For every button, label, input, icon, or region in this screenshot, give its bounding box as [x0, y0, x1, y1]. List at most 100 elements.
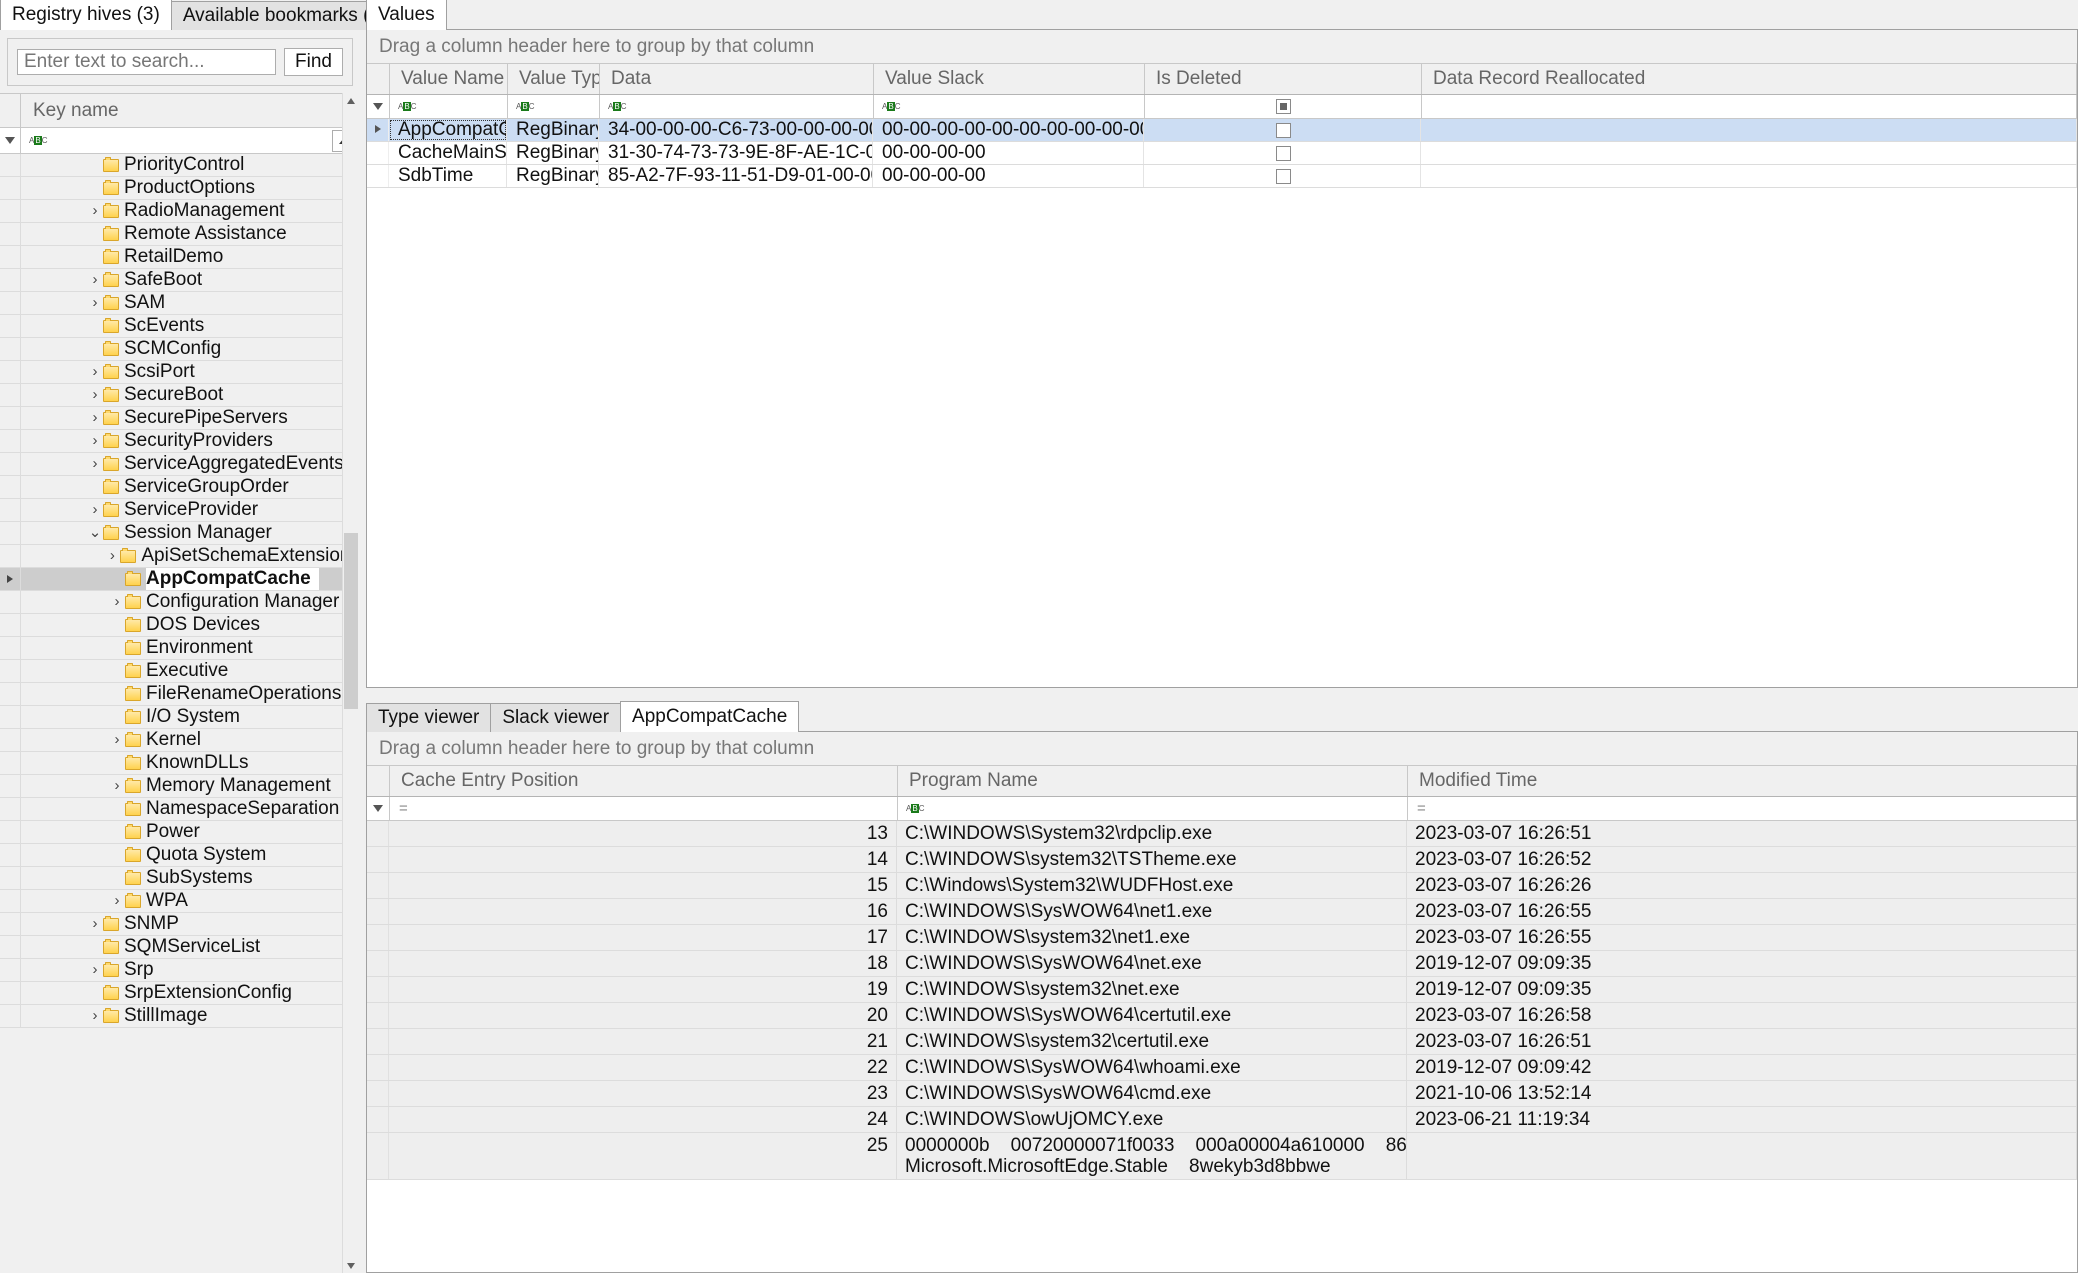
detail-filter-cell[interactable]: =	[390, 797, 898, 820]
expander-icon[interactable]: ›	[87, 913, 103, 935]
expander-icon[interactable]: ⌄	[87, 522, 103, 544]
detail-filter-funnel-cell[interactable]	[367, 797, 390, 820]
values-row[interactable]: CacheMainSdbRegBinary31-30-74-73-73-9E-8…	[367, 142, 2077, 165]
values-column-header[interactable]: Value Name	[390, 64, 508, 94]
expander-icon[interactable]: ›	[87, 1005, 103, 1027]
tree-item[interactable]: Executive	[0, 660, 360, 683]
expander-icon[interactable]: ›	[87, 384, 103, 406]
values-filter-cell[interactable]: ABC	[874, 95, 1145, 118]
tree-item[interactable]: ⌄ Session Manager	[0, 522, 360, 545]
checkbox-indeterminate[interactable]	[1275, 99, 1291, 114]
detail-row[interactable]: 13 C:\WINDOWS\System32\rdpclip.exe 2023-03…	[367, 821, 2077, 847]
expander-icon[interactable]: ›	[87, 499, 103, 521]
values-column-header[interactable]: Is Deleted	[1145, 64, 1422, 94]
detail-row[interactable]: 16 C:\WINDOWS\SysWOW64\net1.exe 2023-03-07…	[367, 899, 2077, 925]
detail-row[interactable]: 23 C:\WINDOWS\SysWOW64\cmd.exe 2021-10-06 …	[367, 1081, 2077, 1107]
scrollbar-down-arrow[interactable]	[344, 1258, 358, 1273]
tree-item[interactable]: Environment	[0, 637, 360, 660]
tree-item[interactable]: I/O System	[0, 706, 360, 729]
tree-item[interactable]: Quota System	[0, 844, 360, 867]
detail-row[interactable]: 22 C:\WINDOWS\SysWOW64\whoami.exe 2019-12-…	[367, 1055, 2077, 1081]
detail-column-header[interactable]: Program Name	[898, 766, 1408, 796]
detail-filter-cell[interactable]: ABC	[898, 797, 1408, 820]
tab-registry-hives[interactable]: Registry hives (3)	[0, 0, 172, 30]
expander-icon[interactable]: ›	[87, 200, 103, 222]
tree-item[interactable]: › StillImage	[0, 1005, 360, 1028]
horizontal-splitter[interactable]	[366, 688, 2078, 702]
tree-item[interactable]: ScEvents	[0, 315, 360, 338]
tree-item[interactable]: › SecureBoot	[0, 384, 360, 407]
values-filter-cell[interactable]: ABC	[508, 95, 600, 118]
tree-item[interactable]: › Srp	[0, 959, 360, 982]
tree-item[interactable]: SCMConfig	[0, 338, 360, 361]
tree-item[interactable]: Power	[0, 821, 360, 844]
values-filter-cell[interactable]	[1422, 95, 2077, 118]
tree-item[interactable]: PriorityControl	[0, 154, 360, 177]
expander-icon[interactable]: ›	[104, 545, 120, 567]
tree-item[interactable]: SrpExtensionConfig	[0, 982, 360, 1005]
detail-row[interactable]: 17 C:\WINDOWS\system32\net1.exe 2023-03-07…	[367, 925, 2077, 951]
values-column-header[interactable]: Data	[600, 64, 874, 94]
detail-tab[interactable]: Slack viewer	[490, 703, 622, 732]
values-filter-cell[interactable]: ABC	[600, 95, 874, 118]
tree-item[interactable]: › ServiceProvider	[0, 499, 360, 522]
scrollbar-up-arrow[interactable]	[344, 93, 358, 108]
detail-row[interactable]: 25 0000000b 00720000071f0033 000a00004a61…	[367, 1133, 2077, 1180]
is-deleted-cell[interactable]	[1144, 119, 1421, 141]
values-column-header[interactable]: Value Type	[508, 64, 600, 94]
values-column-header[interactable]: Data Record Reallocated	[1422, 64, 2077, 94]
detail-row[interactable]: 14 C:\WINDOWS\system32\TSTheme.exe 2023-03…	[367, 847, 2077, 873]
values-row[interactable]: SdbTime RegBinary 85-A2-7F-93-11-51-D9-01-…	[367, 165, 2077, 188]
tree-item[interactable]: › SafeBoot	[0, 269, 360, 292]
tree-item[interactable]: › Memory Management	[0, 775, 360, 798]
detail-row[interactable]: 24 C:\WINDOWS\owUjOMCY.exe 2023-06-21 11:1…	[367, 1107, 2077, 1133]
is-deleted-cell[interactable]	[1144, 165, 1421, 187]
tree-item[interactable]: DOS Devices	[0, 614, 360, 637]
tree-item[interactable]: › Kernel	[0, 729, 360, 752]
tree-item[interactable]: › SNMP	[0, 913, 360, 936]
detail-column-header[interactable]: Modified Time	[1408, 766, 2077, 796]
expander-icon[interactable]: ›	[87, 292, 103, 314]
tree-item[interactable]: › WPA	[0, 890, 360, 913]
detail-tab[interactable]: Type viewer	[366, 703, 492, 732]
expander-icon[interactable]: ›	[87, 453, 103, 475]
expander-icon[interactable]: ›	[109, 591, 125, 613]
tree-item[interactable]: › SecurePipeServers	[0, 407, 360, 430]
tree-item[interactable]: RetailDemo	[0, 246, 360, 269]
values-filter-funnel-cell[interactable]	[367, 95, 390, 118]
tree-item[interactable]: ProductOptions	[0, 177, 360, 200]
detail-column-header[interactable]: Cache Entry Position	[390, 766, 898, 796]
expander-icon[interactable]: ›	[109, 890, 125, 912]
is-deleted-cell[interactable]	[1144, 142, 1421, 164]
search-input[interactable]	[17, 49, 276, 75]
detail-row[interactable]: 18 C:\WINDOWS\SysWOW64\net.exe 2019-12-07 …	[367, 951, 2077, 977]
tree-item[interactable]: ServiceGroupOrder	[0, 476, 360, 499]
values-filter-cell[interactable]: ABC	[390, 95, 508, 118]
values-filter-cell[interactable]	[1145, 95, 1422, 118]
tree-item[interactable]: › SAM	[0, 292, 360, 315]
tree-item[interactable]: KnownDLLs	[0, 752, 360, 775]
tree-item[interactable]: › ApiSetSchemaExtensions	[0, 545, 360, 568]
checkbox[interactable]	[1276, 168, 1291, 184]
tree-column-key-name[interactable]: Key name	[21, 100, 119, 122]
tree-filter-funnel-cell[interactable]	[0, 128, 21, 153]
expander-icon[interactable]: ›	[87, 361, 103, 383]
values-row[interactable]: AppCompatCacheRegBinary34-00-00-00-C6-73…	[367, 119, 2077, 142]
tree-item[interactable]: › Configuration Manager	[0, 591, 360, 614]
expander-icon[interactable]: ›	[87, 269, 103, 291]
tree-vertical-scrollbar[interactable]	[342, 93, 360, 1273]
expander-icon[interactable]: ›	[109, 775, 125, 797]
tree-item[interactable]: SubSystems	[0, 867, 360, 890]
expander-icon[interactable]: ›	[87, 430, 103, 452]
tree-item[interactable]: FileRenameOperations	[0, 683, 360, 706]
detail-row[interactable]: 21 C:\WINDOWS\system32\certutil.exe 2023-0…	[367, 1029, 2077, 1055]
find-button[interactable]: Find	[284, 48, 343, 76]
tree-item[interactable]: Remote Assistance	[0, 223, 360, 246]
values-column-header[interactable]: Value Slack	[874, 64, 1145, 94]
tree-item[interactable]: › SecurityProviders	[0, 430, 360, 453]
scrollbar-thumb[interactable]	[344, 533, 358, 709]
tree-item[interactable]: NamespaceSeparation	[0, 798, 360, 821]
detail-group-panel[interactable]: Drag a column header here to group by th…	[367, 732, 2077, 766]
tree-item[interactable]: AppCompatCache	[0, 568, 360, 591]
checkbox[interactable]	[1276, 145, 1291, 161]
